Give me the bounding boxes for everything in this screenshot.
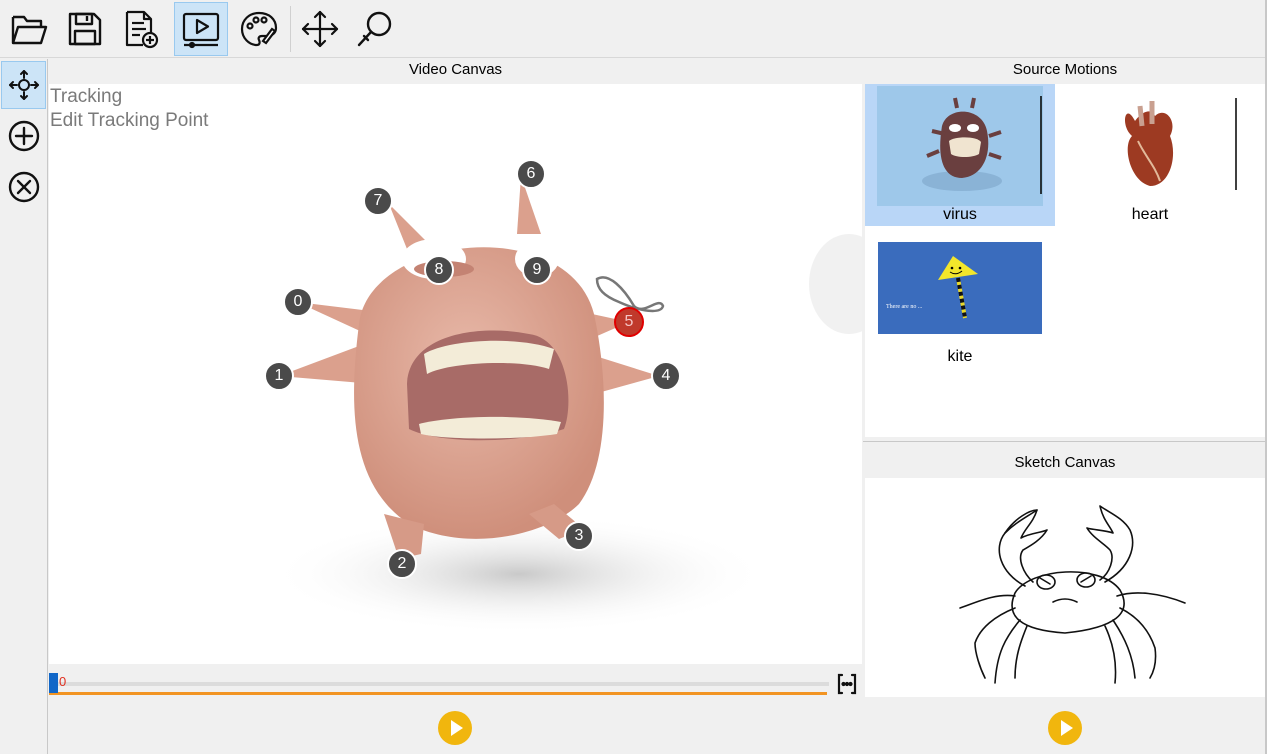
tracking-point-6[interactable]: 6 (516, 159, 546, 189)
source-motion-label: kite (947, 348, 973, 365)
source-motions-list: virus heart There are no ... kite (865, 84, 1265, 437)
play-sketch-button[interactable] (1047, 710, 1083, 746)
tracking-point-5-selected[interactable]: 5 (614, 307, 644, 337)
source-motion-label: heart (1131, 206, 1169, 223)
open-folder-button[interactable] (2, 2, 56, 56)
video-mode-button[interactable] (174, 2, 228, 56)
video-canvas-title: Video Canvas (408, 61, 503, 78)
current-frame-label: 0 (59, 674, 67, 689)
tracking-point-8[interactable]: 8 (424, 255, 454, 285)
new-document-icon (125, 10, 159, 49)
timeline-range-button[interactable] (835, 672, 859, 696)
remove-point-icon (8, 171, 39, 203)
sketch-canvas[interactable] (865, 478, 1265, 697)
remove-point-button[interactable] (1, 163, 46, 211)
sketch-canvas-title: Sketch Canvas (1014, 454, 1116, 471)
heart-thumbnail (1060, 86, 1240, 206)
zoom-button[interactable] (348, 2, 402, 56)
save-button[interactable] (58, 2, 112, 56)
source-motion-kite[interactable]: There are no ... kite (865, 226, 1055, 368)
edit-tracking-point-label: Edit Tracking Point (50, 110, 209, 131)
timeline-progress-bar (49, 692, 827, 695)
open-folder-icon (11, 15, 48, 45)
tracking-point-9[interactable]: 9 (522, 255, 552, 285)
main-toolbar (0, 0, 1267, 58)
move-view-button[interactable] (293, 2, 347, 56)
source-motion-label: virus (943, 206, 977, 223)
crab-sketch-image (959, 505, 1186, 684)
new-document-button[interactable] (114, 2, 168, 56)
source-motions-title: Source Motions (1012, 61, 1118, 78)
toolbar-separator (290, 6, 291, 52)
tracking-point-1[interactable]: 1 (264, 361, 294, 391)
play-icon (438, 711, 472, 745)
play-icon (1048, 711, 1082, 745)
kite-caption: There are no ... (886, 304, 923, 310)
add-point-icon (8, 120, 39, 152)
timeline: 0 (49, 664, 862, 704)
tracking-point-3[interactable]: 3 (564, 521, 594, 551)
move-arrows-icon (301, 10, 339, 48)
tracking-point-0[interactable]: 0 (283, 287, 313, 317)
add-point-button[interactable] (1, 112, 46, 160)
source-motion-heart[interactable]: heart (1055, 84, 1245, 226)
tracking-tools-panel (0, 59, 48, 754)
move-point-icon (8, 70, 39, 100)
palette-icon (240, 11, 278, 47)
play-video-button[interactable] (437, 710, 473, 746)
range-brackets-icon (837, 673, 857, 695)
magnifier-icon (357, 11, 392, 47)
video-canvas[interactable]: Tracking Edit Tracking Point 0 1 2 3 4 5… (49, 84, 862, 664)
palette-button[interactable] (232, 2, 286, 56)
video-mode-icon (182, 12, 220, 49)
tracking-mode-label: Tracking (50, 86, 123, 107)
tracking-point-2[interactable]: 2 (387, 549, 417, 579)
kite-thumbnail: There are no ... (878, 242, 1042, 334)
tracking-point-7[interactable]: 7 (363, 186, 393, 216)
virus-thumbnail (877, 86, 1043, 206)
save-icon (68, 12, 102, 46)
video-frame-image (269, 176, 862, 634)
move-point-button[interactable] (1, 61, 46, 109)
panel-splitter[interactable] (863, 441, 1267, 442)
timeline-track[interactable] (53, 682, 829, 686)
timeline-handle[interactable] (49, 673, 58, 693)
source-motion-virus[interactable]: virus (865, 84, 1055, 226)
tracking-point-4[interactable]: 4 (651, 361, 681, 391)
